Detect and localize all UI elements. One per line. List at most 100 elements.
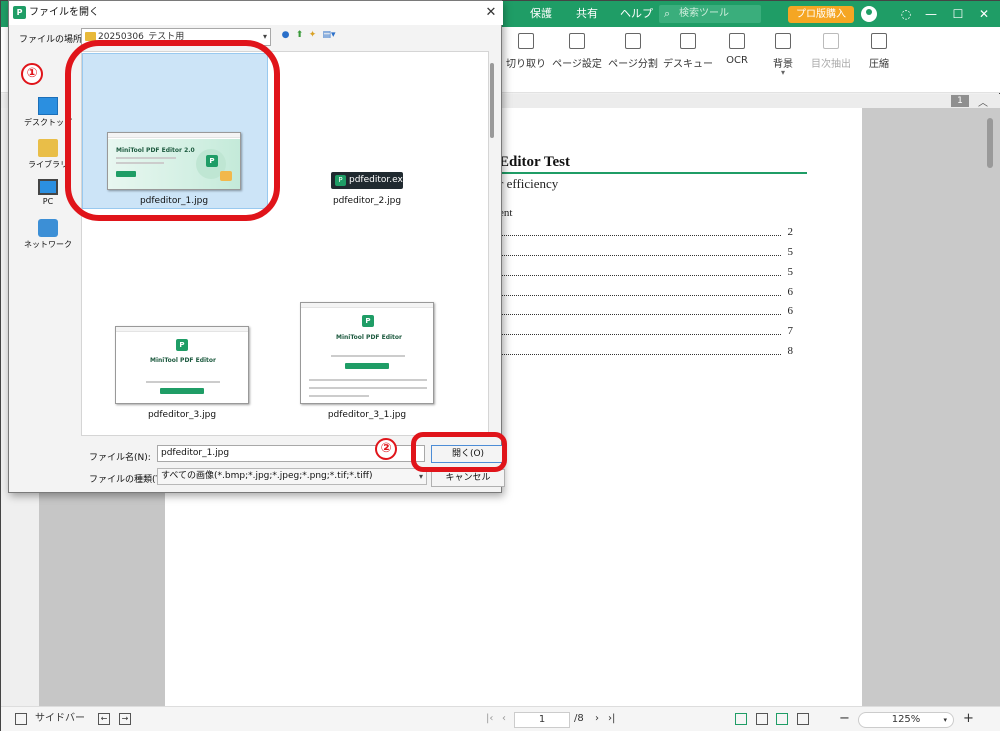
document-title: Editor Test	[499, 154, 570, 170]
toc-page-number: 5	[787, 246, 794, 258]
buy-pro-button[interactable]: プロ版購入	[788, 6, 854, 23]
chevron-down-icon: ▾	[262, 32, 267, 41]
page-setup-button[interactable]: ページ設定	[551, 33, 603, 70]
toc-leader	[499, 275, 781, 276]
prev-page-icon[interactable]: ‹	[502, 707, 506, 731]
toc-page-number: 5	[787, 266, 794, 278]
background-dropdown-icon[interactable]: ▾	[757, 68, 809, 77]
toc-row[interactable]: 2	[499, 226, 793, 240]
zoom-in-icon[interactable]: +	[963, 707, 974, 731]
background-icon	[775, 33, 791, 49]
zoom-out-icon[interactable]: −	[839, 707, 850, 731]
document-scrollbar[interactable]	[987, 118, 993, 168]
deskew-icon	[680, 33, 696, 49]
ocr-button[interactable]: OCR	[711, 33, 763, 66]
nav-forward-icon[interactable]: →	[119, 713, 131, 725]
page-setup-icon	[569, 33, 585, 49]
minimize-icon[interactable]: —	[919, 1, 943, 27]
background-button[interactable]: 背景 ▾	[757, 33, 809, 77]
annotation-step-1: ①	[21, 63, 43, 85]
crop-tool-button[interactable]: 切り取り	[500, 33, 552, 70]
up-folder-icon[interactable]: ⬆	[294, 30, 305, 41]
next-page-icon[interactable]: ›	[595, 707, 599, 731]
toc-page-number: 2	[787, 226, 794, 238]
compress-button[interactable]: 圧縮	[853, 33, 905, 70]
file-list-scrollbar[interactable]	[490, 63, 494, 138]
sidebar-label[interactable]: サイドバー	[35, 707, 85, 731]
toc-leader	[499, 354, 781, 355]
deskew-label: デスキュー	[663, 59, 713, 70]
user-avatar-icon[interactable]	[861, 6, 877, 22]
menu-protect[interactable]: 保護	[530, 1, 552, 27]
filetype-label: ファイルの種類(T):	[89, 475, 168, 485]
first-page-icon[interactable]: |‹	[486, 707, 493, 731]
new-folder-icon[interactable]: ✦	[307, 30, 318, 41]
toc-row[interactable]: 6	[499, 305, 793, 319]
split-page-label: ページ分割	[608, 59, 658, 70]
annotation-step-2: ②	[375, 438, 397, 460]
filetype-select[interactable]: すべての画像(*.bmp;*.jpg;*.jpeg;*.png;*.tif;*.…	[157, 468, 427, 485]
toc-page-number: 6	[787, 286, 794, 298]
extract-toc-icon	[823, 33, 839, 49]
toc-leader	[499, 334, 781, 335]
dialog-close-icon[interactable]: ✕	[481, 1, 501, 25]
toc-leader	[499, 295, 781, 296]
toc-row[interactable]: 5	[499, 246, 793, 260]
extract-toc-button[interactable]: 目次抽出	[805, 33, 857, 70]
two-page-view-icon[interactable]	[756, 713, 768, 725]
place-network-label: ネットワーク	[24, 240, 72, 249]
close-app-icon[interactable]: ✕	[972, 1, 996, 27]
toc-row[interactable]: 5	[499, 266, 793, 280]
file-name-3[interactable]: pdfeditor_3.jpg	[114, 410, 250, 420]
toc-row[interactable]: 6	[499, 286, 793, 300]
pc-icon	[38, 179, 58, 195]
pdfeditor-3-1-thumbnail[interactable]: P MiniTool PDF Editor	[300, 302, 434, 404]
thumbnail-3-heading: MiniTool PDF Editor	[150, 357, 217, 364]
nav-back-icon[interactable]: ←	[98, 713, 110, 725]
page-number-input[interactable]: 1	[514, 712, 570, 728]
back-icon[interactable]: ●	[280, 30, 291, 41]
exe-chip-text: pdfeditor.exe	[349, 175, 409, 185]
pdfeditor-2-thumbnail[interactable]: P pdfeditor.exe	[331, 172, 408, 189]
grid-view-icon[interactable]	[797, 713, 809, 725]
scroll-view-icon[interactable]	[776, 713, 788, 725]
single-page-view-icon[interactable]	[735, 713, 747, 725]
deskew-button[interactable]: デスキュー	[662, 33, 714, 70]
app-logo-icon: P	[13, 6, 26, 19]
file-name-4[interactable]: pdfeditor_3_1.jpg	[299, 410, 435, 420]
zoom-value: 125%	[891, 714, 921, 725]
pdfeditor-3-thumbnail[interactable]: P MiniTool PDF Editor	[115, 326, 249, 404]
file-name-2[interactable]: pdfeditor_2.jpg	[299, 196, 435, 206]
zoom-select[interactable]: 125% ▾	[858, 712, 954, 728]
exe-logo-icon: P	[335, 175, 346, 186]
dialog-title: ファイルを開く	[29, 7, 99, 18]
place-network[interactable]: ネットワーク	[17, 219, 79, 250]
desktop-icon	[38, 97, 58, 115]
last-page-icon[interactable]: ›|	[608, 707, 615, 731]
annotation-highlight-file	[65, 40, 280, 221]
search-icon: ⌕	[664, 7, 671, 20]
library-icon	[38, 139, 58, 157]
zoom-chevron-down-icon: ▾	[943, 716, 947, 724]
crop-tool-label: 切り取り	[506, 59, 546, 70]
sidebar-toggle-icon[interactable]	[15, 713, 27, 725]
split-page-button[interactable]: ページ分割	[607, 33, 659, 70]
status-bar: サイドバー ← → |‹ ‹ 1 /8 › ›| − 125% ▾ +	[1, 706, 1000, 731]
tool-search-input[interactable]: ⌕ 検索ツール	[659, 5, 761, 23]
place-library-label: ライブラリ	[28, 160, 68, 169]
toc-page-number: 8	[787, 345, 794, 357]
collapse-up-icon[interactable]: ︿	[978, 94, 988, 109]
view-menu-icon[interactable]: ▤▾	[320, 30, 338, 41]
chat-icon[interactable]: ◌	[894, 1, 918, 27]
menu-share[interactable]: 共有	[576, 1, 598, 27]
menu-help[interactable]: ヘルプ	[620, 1, 653, 27]
maximize-icon[interactable]: ☐	[946, 1, 970, 27]
toc-row[interactable]: 8	[499, 345, 793, 359]
toc-row[interactable]: 7	[499, 325, 793, 339]
annotation-highlight-open-button	[411, 432, 507, 472]
page-setup-label: ページ設定	[552, 59, 602, 70]
page-number-badge: 1	[951, 95, 969, 107]
ocr-label: OCR	[726, 55, 748, 66]
total-pages: /8	[574, 713, 584, 724]
filetype-value: すべての画像(*.bmp;*.jpg;*.jpeg;*.png;*.tif;*.…	[161, 471, 373, 481]
